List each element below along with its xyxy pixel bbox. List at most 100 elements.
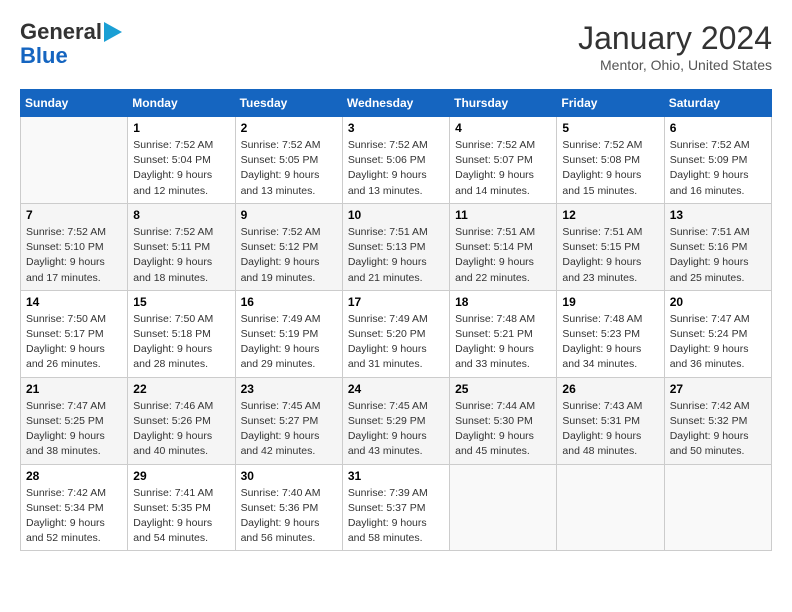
day-number: 19 <box>562 295 658 309</box>
calendar-cell: 11 Sunrise: 7:51 AM Sunset: 5:14 PM Dayli… <box>450 203 557 290</box>
day-number: 27 <box>670 382 766 396</box>
calendar-header: SundayMondayTuesdayWednesdayThursdayFrid… <box>21 90 772 117</box>
day-number: 17 <box>348 295 444 309</box>
calendar-week-row: 21Sunrise: 7:47 AM Sunset: 5:25 PM Dayli… <box>21 377 772 464</box>
day-of-week-header: Monday <box>128 90 235 117</box>
day-number: 29 <box>133 469 229 483</box>
logo-arrow-icon <box>104 22 122 42</box>
day-info-text: Sunrise: 7:49 AM Sunset: 5:20 PM Dayligh… <box>348 312 444 373</box>
day-info-text: Sunrise: 7:51 AM Sunset: 5:16 PM Dayligh… <box>670 225 766 286</box>
day-number: 31 <box>348 469 444 483</box>
calendar-cell: 10 Sunrise: 7:51 AM Sunset: 5:13 PM Dayli… <box>342 203 449 290</box>
calendar-cell: 9 Sunrise: 7:52 AM Sunset: 5:12 PM Daylig… <box>235 203 342 290</box>
calendar-cell: 21Sunrise: 7:47 AM Sunset: 5:25 PM Dayli… <box>21 377 128 464</box>
page-header: General Blue January 2024 Mentor, Ohio, … <box>20 20 772 73</box>
day-of-week-header: Saturday <box>664 90 771 117</box>
logo-text-general: General <box>20 20 102 44</box>
day-info-text: Sunrise: 7:51 AM Sunset: 5:14 PM Dayligh… <box>455 225 551 286</box>
calendar-cell: 4 Sunrise: 7:52 AM Sunset: 5:07 PM Daylig… <box>450 117 557 204</box>
day-number: 15 <box>133 295 229 309</box>
day-number: 6 <box>670 121 766 135</box>
day-number: 8 <box>133 208 229 222</box>
day-info-text: Sunrise: 7:52 AM Sunset: 5:06 PM Dayligh… <box>348 138 444 199</box>
day-info-text: Sunrise: 7:52 AM Sunset: 5:10 PM Dayligh… <box>26 225 122 286</box>
calendar-cell: 19Sunrise: 7:48 AM Sunset: 5:23 PM Dayli… <box>557 290 664 377</box>
day-info-text: Sunrise: 7:46 AM Sunset: 5:26 PM Dayligh… <box>133 399 229 460</box>
day-number: 22 <box>133 382 229 396</box>
calendar-cell <box>21 117 128 204</box>
calendar-cell: 6 Sunrise: 7:52 AM Sunset: 5:09 PM Daylig… <box>664 117 771 204</box>
day-of-week-header: Friday <box>557 90 664 117</box>
calendar-week-row: 28 Sunrise: 7:42 AM Sunset: 5:34 PM Dayli… <box>21 464 772 551</box>
day-number: 3 <box>348 121 444 135</box>
day-number: 1 <box>133 121 229 135</box>
day-number: 5 <box>562 121 658 135</box>
day-info-text: Sunrise: 7:52 AM Sunset: 5:04 PM Dayligh… <box>133 138 229 199</box>
day-info-text: Sunrise: 7:41 AM Sunset: 5:35 PM Dayligh… <box>133 486 229 547</box>
day-info-text: Sunrise: 7:45 AM Sunset: 5:27 PM Dayligh… <box>241 399 337 460</box>
day-of-week-header: Sunday <box>21 90 128 117</box>
calendar-week-row: 1 Sunrise: 7:52 AM Sunset: 5:04 PM Daylig… <box>21 117 772 204</box>
calendar-cell: 26 Sunrise: 7:43 AM Sunset: 5:31 PM Dayli… <box>557 377 664 464</box>
calendar-cell: 7Sunrise: 7:52 AM Sunset: 5:10 PM Daylig… <box>21 203 128 290</box>
day-number: 25 <box>455 382 551 396</box>
calendar-week-row: 7Sunrise: 7:52 AM Sunset: 5:10 PM Daylig… <box>21 203 772 290</box>
calendar-cell <box>664 464 771 551</box>
day-number: 2 <box>241 121 337 135</box>
day-info-text: Sunrise: 7:42 AM Sunset: 5:34 PM Dayligh… <box>26 486 122 547</box>
day-number: 20 <box>670 295 766 309</box>
location-subtitle: Mentor, Ohio, United States <box>578 57 772 73</box>
day-of-week-header: Tuesday <box>235 90 342 117</box>
day-info-text: Sunrise: 7:49 AM Sunset: 5:19 PM Dayligh… <box>241 312 337 373</box>
calendar-cell: 20 Sunrise: 7:47 AM Sunset: 5:24 PM Dayli… <box>664 290 771 377</box>
day-info-text: Sunrise: 7:52 AM Sunset: 5:05 PM Dayligh… <box>241 138 337 199</box>
calendar-cell: 12Sunrise: 7:51 AM Sunset: 5:15 PM Dayli… <box>557 203 664 290</box>
calendar-cell: 15Sunrise: 7:50 AM Sunset: 5:18 PM Dayli… <box>128 290 235 377</box>
day-number: 11 <box>455 208 551 222</box>
calendar-cell <box>557 464 664 551</box>
calendar-cell: 5 Sunrise: 7:52 AM Sunset: 5:08 PM Daylig… <box>557 117 664 204</box>
day-number: 28 <box>26 469 122 483</box>
day-of-week-header: Thursday <box>450 90 557 117</box>
day-info-text: Sunrise: 7:47 AM Sunset: 5:24 PM Dayligh… <box>670 312 766 373</box>
calendar-cell: 23 Sunrise: 7:45 AM Sunset: 5:27 PM Dayli… <box>235 377 342 464</box>
calendar-cell: 1 Sunrise: 7:52 AM Sunset: 5:04 PM Daylig… <box>128 117 235 204</box>
day-number: 10 <box>348 208 444 222</box>
calendar-cell: 31 Sunrise: 7:39 AM Sunset: 5:37 PM Dayli… <box>342 464 449 551</box>
calendar-cell: 17 Sunrise: 7:49 AM Sunset: 5:20 PM Dayli… <box>342 290 449 377</box>
calendar-cell: 27Sunrise: 7:42 AM Sunset: 5:32 PM Dayli… <box>664 377 771 464</box>
day-number: 30 <box>241 469 337 483</box>
calendar-cell: 25 Sunrise: 7:44 AM Sunset: 5:30 PM Dayli… <box>450 377 557 464</box>
day-info-text: Sunrise: 7:50 AM Sunset: 5:17 PM Dayligh… <box>26 312 122 373</box>
day-number: 26 <box>562 382 658 396</box>
day-info-text: Sunrise: 7:47 AM Sunset: 5:25 PM Dayligh… <box>26 399 122 460</box>
calendar-cell: 13 Sunrise: 7:51 AM Sunset: 5:16 PM Dayli… <box>664 203 771 290</box>
day-info-text: Sunrise: 7:43 AM Sunset: 5:31 PM Dayligh… <box>562 399 658 460</box>
day-info-text: Sunrise: 7:39 AM Sunset: 5:37 PM Dayligh… <box>348 486 444 547</box>
day-info-text: Sunrise: 7:51 AM Sunset: 5:13 PM Dayligh… <box>348 225 444 286</box>
day-number: 9 <box>241 208 337 222</box>
day-info-text: Sunrise: 7:40 AM Sunset: 5:36 PM Dayligh… <box>241 486 337 547</box>
day-info-text: Sunrise: 7:52 AM Sunset: 5:11 PM Dayligh… <box>133 225 229 286</box>
day-info-text: Sunrise: 7:52 AM Sunset: 5:09 PM Dayligh… <box>670 138 766 199</box>
calendar-table: SundayMondayTuesdayWednesdayThursdayFrid… <box>20 89 772 551</box>
day-number: 24 <box>348 382 444 396</box>
day-number: 23 <box>241 382 337 396</box>
calendar-body: 1 Sunrise: 7:52 AM Sunset: 5:04 PM Daylig… <box>21 117 772 551</box>
calendar-cell: 28 Sunrise: 7:42 AM Sunset: 5:34 PM Dayli… <box>21 464 128 551</box>
calendar-cell: 18Sunrise: 7:48 AM Sunset: 5:21 PM Dayli… <box>450 290 557 377</box>
calendar-cell: 29 Sunrise: 7:41 AM Sunset: 5:35 PM Dayli… <box>128 464 235 551</box>
logo: General Blue <box>20 20 122 68</box>
day-info-text: Sunrise: 7:52 AM Sunset: 5:07 PM Dayligh… <box>455 138 551 199</box>
day-number: 12 <box>562 208 658 222</box>
calendar-cell: 2 Sunrise: 7:52 AM Sunset: 5:05 PM Daylig… <box>235 117 342 204</box>
day-info-text: Sunrise: 7:52 AM Sunset: 5:12 PM Dayligh… <box>241 225 337 286</box>
day-number: 16 <box>241 295 337 309</box>
calendar-cell: 30 Sunrise: 7:40 AM Sunset: 5:36 PM Dayli… <box>235 464 342 551</box>
calendar-cell: 22 Sunrise: 7:46 AM Sunset: 5:26 PM Dayli… <box>128 377 235 464</box>
day-info-text: Sunrise: 7:48 AM Sunset: 5:21 PM Dayligh… <box>455 312 551 373</box>
day-number: 13 <box>670 208 766 222</box>
day-number: 4 <box>455 121 551 135</box>
day-info-text: Sunrise: 7:44 AM Sunset: 5:30 PM Dayligh… <box>455 399 551 460</box>
day-info-text: Sunrise: 7:52 AM Sunset: 5:08 PM Dayligh… <box>562 138 658 199</box>
